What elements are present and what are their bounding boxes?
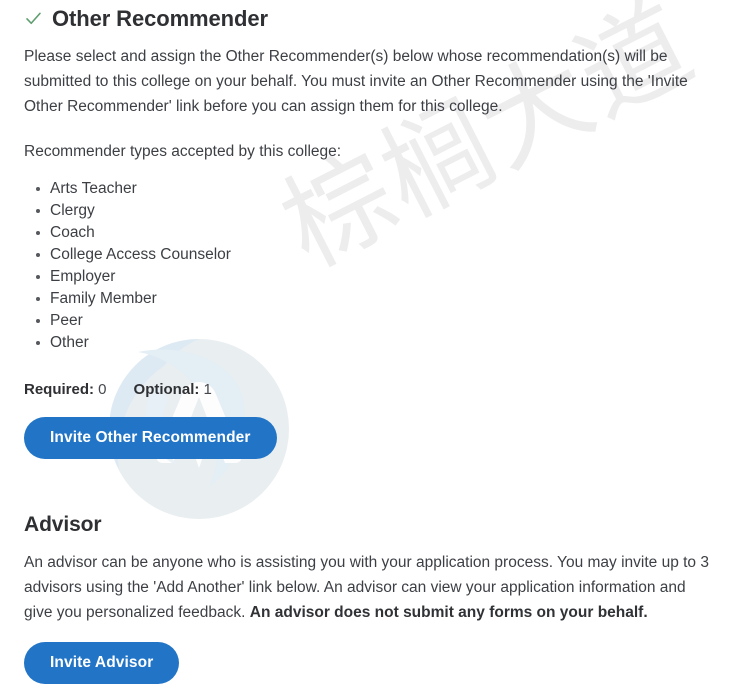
check-icon bbox=[24, 9, 43, 28]
optional-label: Optional: bbox=[133, 381, 200, 399]
content-area: Other Recommender Please select and assi… bbox=[0, 0, 735, 685]
list-item: Clergy bbox=[36, 200, 711, 222]
page-title: Other Recommender bbox=[52, 6, 268, 31]
list-item: Other bbox=[36, 332, 711, 354]
list-item: Coach bbox=[36, 222, 711, 244]
required-count: Required: 0 bbox=[24, 381, 107, 398]
advisor-heading: Advisor bbox=[24, 513, 102, 537]
optional-value: 1 bbox=[199, 381, 212, 399]
advisor-section: Advisor An advisor can be anyone who is … bbox=[24, 513, 711, 685]
page-root: 棕榈大道 Other Recommender Please select and… bbox=[0, 0, 735, 692]
list-item: College Access Counselor bbox=[36, 244, 711, 266]
advisor-description-emphasis: An advisor does not submit any forms on … bbox=[249, 604, 648, 622]
list-item: Family Member bbox=[36, 288, 711, 310]
recommender-types-list: Arts Teacher Clergy Coach College Access… bbox=[24, 178, 711, 354]
recommender-counts: Required: 0 Optional: 1 bbox=[24, 381, 711, 398]
list-item: Employer bbox=[36, 266, 711, 288]
required-value: 0 bbox=[94, 381, 107, 399]
advisor-description: An advisor can be anyone who is assistin… bbox=[24, 550, 711, 625]
other-recommender-description: Please select and assign the Other Recom… bbox=[24, 48, 688, 116]
list-item: Arts Teacher bbox=[36, 178, 711, 200]
other-recommender-header: Other Recommender bbox=[24, 0, 711, 31]
recommender-types-intro: Recommender types accepted by this colle… bbox=[24, 143, 342, 161]
required-label: Required: bbox=[24, 381, 95, 399]
invite-other-recommender-button[interactable]: Invite Other Recommender bbox=[24, 417, 277, 460]
optional-count: Optional: 1 bbox=[134, 381, 212, 398]
list-item: Peer bbox=[36, 310, 711, 332]
invite-advisor-button[interactable]: Invite Advisor bbox=[24, 642, 180, 685]
